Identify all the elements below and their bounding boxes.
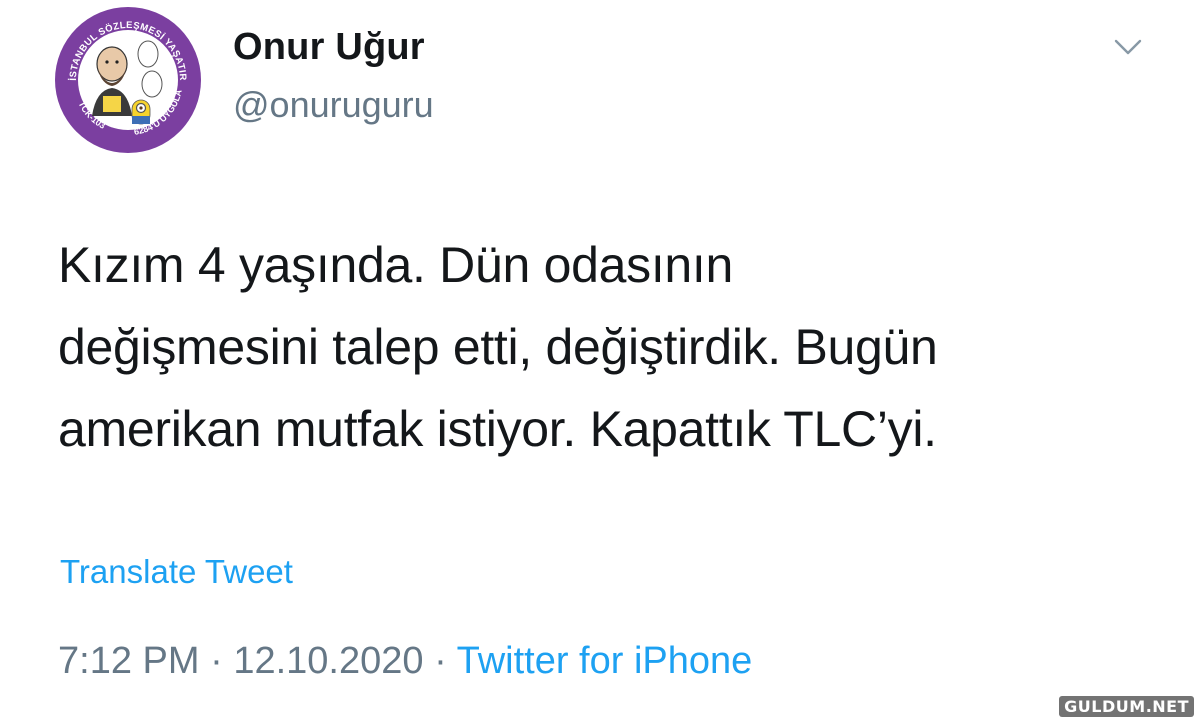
watermark: GULDUM.NET — [1059, 696, 1194, 717]
avatar-badge-graphic: İSTANBUL SÖZLEŞMESİ YAŞATIR TCK-103 6284… — [55, 7, 201, 153]
translate-tweet-link[interactable]: Translate Tweet — [60, 553, 293, 591]
author-handle[interactable]: @onuruguru — [233, 84, 434, 126]
avatar[interactable]: İSTANBUL SÖZLEŞMESİ YAŞATIR TCK-103 6284… — [52, 4, 204, 156]
tweet-time[interactable]: 7:12 PM — [58, 640, 200, 682]
tweet-meta: 7:12 PM · 12.10.2020 · Twitter for iPhon… — [58, 640, 752, 683]
chevron-down-icon[interactable] — [1112, 36, 1144, 58]
meta-separator: · — [210, 640, 223, 682]
tweet-text: Kızım 4 yaşında. Dün odasının değişmesin… — [58, 237, 938, 457]
meta-separator: · — [434, 640, 447, 682]
tweet-date[interactable]: 12.10.2020 — [233, 640, 423, 682]
tweet-card: İSTANBUL SÖZLEŞMESİ YAŞATIR TCK-103 6284… — [0, 0, 1200, 719]
tweet-source-link[interactable]: Twitter for iPhone — [457, 640, 753, 682]
author-display-name[interactable]: Onur Uğur — [233, 26, 425, 69]
